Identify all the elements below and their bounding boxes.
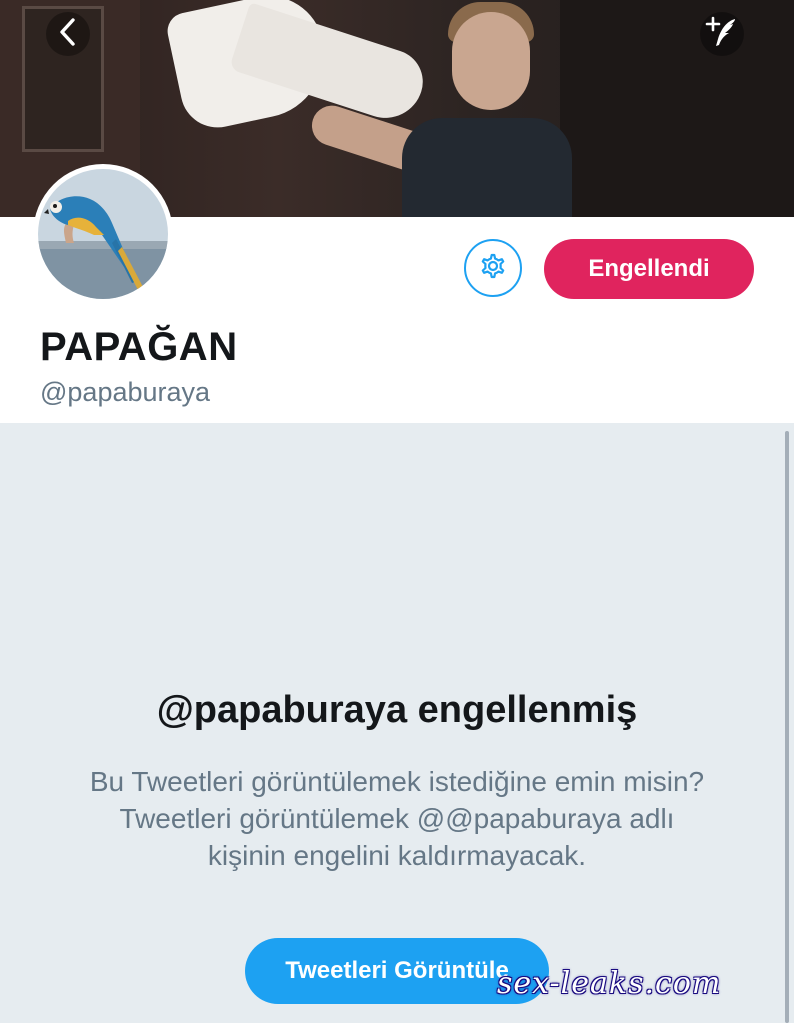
display-name: PAPAĞAN (40, 325, 238, 369)
blocked-button[interactable]: Engellendi (544, 239, 754, 299)
compose-tweet-button[interactable] (700, 12, 744, 56)
watermark-text: sex-leaks.com (497, 966, 722, 1001)
profile-info: Engellendi PAPAĞAN @papaburaya (0, 164, 794, 423)
gear-icon (478, 251, 508, 286)
avatar-image (38, 169, 168, 299)
chevron-left-icon (57, 17, 79, 52)
blocked-notice-panel: @papaburaya engellenmiş Bu Tweetleri gör… (0, 423, 794, 1023)
blocked-notice-description: Bu Tweetleri görüntülemek istediğine emi… (89, 766, 705, 871)
compose-tweet-icon (705, 15, 739, 54)
header-person-face (452, 12, 530, 110)
settings-button[interactable] (464, 239, 522, 297)
back-button[interactable] (46, 12, 90, 56)
blocked-notice-title: @papaburaya engellenmiş (156, 689, 638, 731)
header-background-dark (560, 0, 794, 217)
avatar[interactable] (33, 164, 173, 304)
header-person-shirt (402, 118, 572, 217)
user-handle: @papaburaya (40, 377, 211, 407)
